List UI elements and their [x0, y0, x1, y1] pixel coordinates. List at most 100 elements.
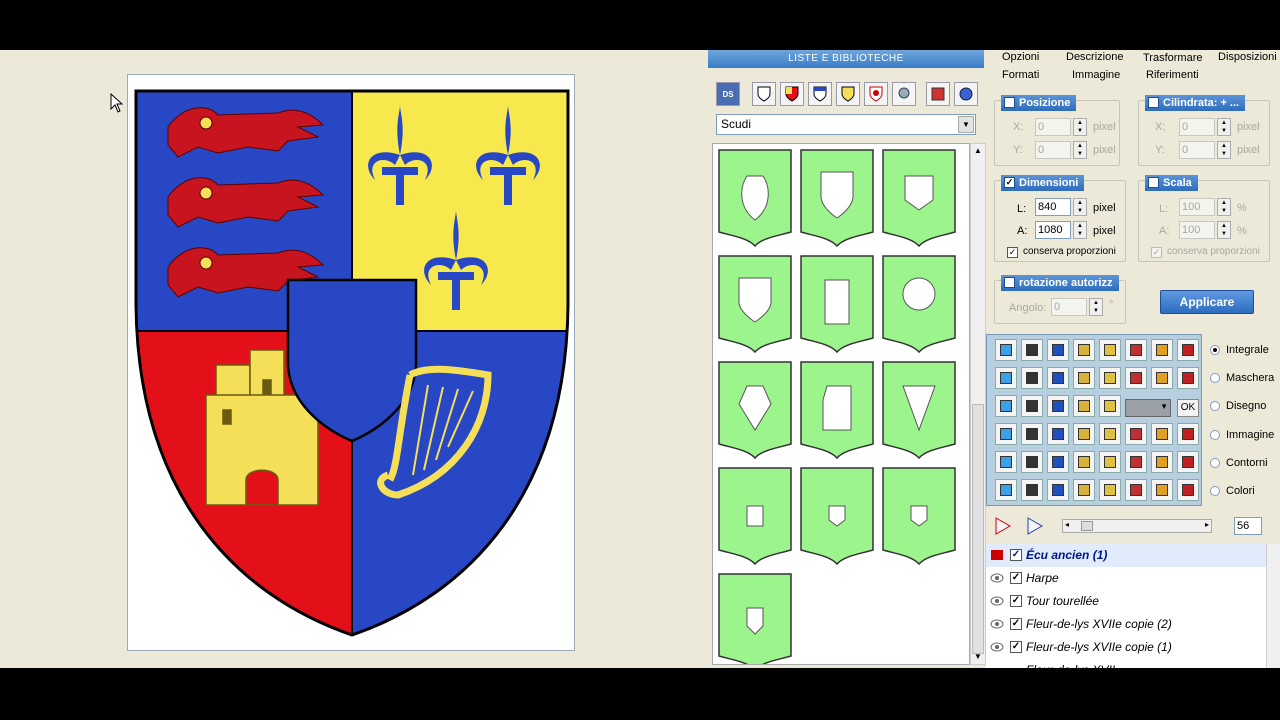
scrollbar-thumb[interactable]: [972, 404, 984, 654]
chevron-down-icon[interactable]: ▼: [1160, 402, 1168, 411]
apply-button[interactable]: Applicare: [1160, 290, 1254, 314]
shield-thumbnail[interactable]: [718, 255, 792, 354]
width-spinner[interactable]: ▲ ▼: [1073, 198, 1087, 216]
tab-opzioni[interactable]: Opzioni: [1002, 50, 1039, 66]
cube-icon[interactable]: [1073, 479, 1095, 501]
width-field[interactable]: 840: [1035, 198, 1071, 216]
scale-keep-ratio-checkbox[interactable]: ✓: [1151, 247, 1162, 258]
shield-thumbnail[interactable]: [718, 361, 792, 460]
layer-visible-checkbox[interactable]: ✓: [1010, 618, 1022, 630]
chevron-down-icon[interactable]: ▼: [958, 116, 974, 133]
position-x-spinner[interactable]: ▲ ▼: [1073, 118, 1087, 136]
cylinder-y-field[interactable]: 0: [1179, 141, 1215, 159]
align-top-icon[interactable]: [1047, 451, 1069, 473]
scroll-up-icon[interactable]: ▲: [972, 145, 984, 157]
layers-list[interactable]: ✓ Écu ancien (1) ✓ Harpe ✓ Tour tourellé…: [986, 544, 1266, 668]
ds-logo-icon[interactable]: DS: [716, 82, 740, 106]
arrow-up-red-icon[interactable]: [1073, 395, 1095, 417]
scale-a-spinner[interactable]: ▲ ▼: [1217, 221, 1231, 239]
view-mode-maschera[interactable]: Maschera: [1210, 370, 1274, 386]
pen-icon[interactable]: [1177, 479, 1199, 501]
cylinder-y-spinner[interactable]: ▲ ▼: [1217, 141, 1231, 159]
gate-icon[interactable]: [1177, 451, 1199, 473]
layer-item[interactable]: ✓ Fleur-de-lys XVIIe copie (2): [986, 613, 1266, 636]
shield-thumbnail[interactable]: [882, 361, 956, 460]
cylinder-checkbox[interactable]: [1148, 97, 1159, 108]
keep-ratio-checkbox[interactable]: ✓: [1007, 247, 1018, 258]
arrow-red-icon[interactable]: [1021, 395, 1043, 417]
color-picker-select[interactable]: ▼: [1125, 399, 1171, 417]
shield-yellow-icon[interactable]: [836, 82, 860, 106]
view-mode-colori[interactable]: Colori: [1210, 483, 1255, 499]
grid-red-icon[interactable]: [1021, 479, 1043, 501]
shield-thumbnail[interactable]: [800, 255, 874, 354]
scroll-left-icon[interactable]: ◂: [1065, 520, 1069, 529]
tab-trasformare[interactable]: Trasformare: [1143, 50, 1203, 67]
play-layer-blue-icon[interactable]: [1024, 516, 1046, 536]
layer-visible-checkbox[interactable]: ✓: [1010, 595, 1022, 607]
scale-header[interactable]: Scala: [1145, 175, 1198, 191]
view-mode-disegno[interactable]: Disegno: [1210, 398, 1266, 414]
rotation-header[interactable]: rotazione autorizz: [1001, 275, 1119, 291]
frame-icon[interactable]: [1151, 451, 1173, 473]
eye-icon[interactable]: [990, 595, 1004, 607]
split-v-icon[interactable]: [1021, 451, 1043, 473]
shield-copy-icon[interactable]: [995, 395, 1017, 417]
circle-dotted-icon[interactable]: [995, 367, 1017, 389]
shield-outline-icon[interactable]: [995, 339, 1017, 361]
eye-icon[interactable]: [990, 641, 1004, 653]
layer-dup-icon[interactable]: [1151, 423, 1173, 445]
quarter-shield-icon[interactable]: [1047, 367, 1069, 389]
zoom-slider[interactable]: ◂ ▸: [1062, 519, 1212, 533]
view-mode-integrale[interactable]: Integrale: [1210, 342, 1269, 358]
align-icon[interactable]: [1125, 367, 1147, 389]
cylinder-x-spinner[interactable]: ▲ ▼: [1217, 118, 1231, 136]
tab-riferimenti[interactable]: Riferimenti: [1146, 66, 1199, 84]
layer-item[interactable]: Fleur-de-lys XVII...: [986, 659, 1266, 668]
layer-item[interactable]: ✓ Harpe: [986, 567, 1266, 590]
shield-quarterly-icon[interactable]: [780, 82, 804, 106]
coat-of-arms-shield[interactable]: [128, 75, 576, 652]
rotation-checkbox[interactable]: [1004, 277, 1015, 288]
layer-move-icon[interactable]: [1047, 423, 1069, 445]
palette-grid-icon[interactable]: [1151, 367, 1173, 389]
eye-icon[interactable]: [990, 572, 1004, 584]
resize-icon[interactable]: [1125, 451, 1147, 473]
save-icon[interactable]: [1073, 339, 1095, 361]
position-checkbox[interactable]: [1004, 97, 1015, 108]
position-y-spinner[interactable]: ▲ ▼: [1073, 141, 1087, 159]
align-middle-icon[interactable]: [1073, 451, 1095, 473]
shield-thumbnails[interactable]: [713, 144, 970, 665]
split-h-icon[interactable]: [995, 451, 1017, 473]
shield-thumbnail[interactable]: [718, 467, 792, 566]
shield-thumbnail[interactable]: [718, 573, 792, 665]
shield-thumbnail[interactable]: [718, 149, 792, 248]
open-folder-icon[interactable]: [1047, 339, 1069, 361]
grid-fill-icon[interactable]: [1047, 479, 1069, 501]
layer-visible-checkbox[interactable]: ✓: [1010, 641, 1022, 653]
fleur-icon[interactable]: [1073, 367, 1095, 389]
layer-item[interactable]: ✓ Écu ancien (1): [986, 544, 1266, 567]
badge-icon[interactable]: [1021, 339, 1043, 361]
shield-chief-icon[interactable]: [808, 82, 832, 106]
view-mode-contorni[interactable]: Contorni: [1210, 455, 1268, 471]
layer-icon[interactable]: [995, 423, 1017, 445]
height-field[interactable]: 1080: [1035, 221, 1071, 239]
scale-l-field[interactable]: 100: [1179, 198, 1215, 216]
save-small-icon[interactable]: [1021, 367, 1043, 389]
cut-icon[interactable]: [1099, 423, 1121, 445]
scroll-right-icon[interactable]: ▸: [1205, 520, 1209, 529]
trash-icon[interactable]: [1177, 423, 1199, 445]
crop-icon[interactable]: [1125, 479, 1147, 501]
cylinder-x-field[interactable]: 0: [1179, 118, 1215, 136]
circle-icon[interactable]: [954, 82, 978, 106]
angle-spinner[interactable]: ▲ ▼: [1089, 298, 1103, 316]
scale-checkbox[interactable]: [1148, 177, 1159, 188]
position-x-field[interactable]: 0: [1035, 118, 1071, 136]
zoom-slider-thumb[interactable]: [1081, 521, 1093, 531]
gallery-icon[interactable]: [926, 82, 950, 106]
layer-visible-checkbox[interactable]: ✓: [1010, 572, 1022, 584]
shield-thumbnail[interactable]: [882, 149, 956, 248]
position-y-field[interactable]: 0: [1035, 141, 1071, 159]
shield-thumbnail-list[interactable]: [712, 143, 970, 665]
